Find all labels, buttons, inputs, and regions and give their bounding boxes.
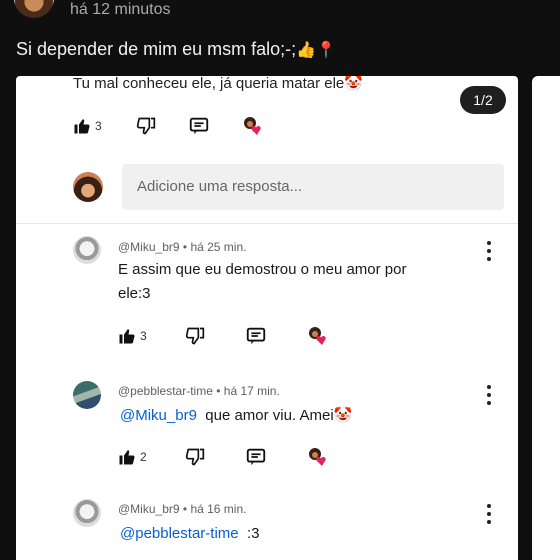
reply-icon <box>246 448 265 466</box>
avatar-miku[interactable] <box>73 236 101 264</box>
avatar-miku[interactable] <box>73 499 101 527</box>
comment-author[interactable]: @Miku_br9 <box>118 502 180 516</box>
comment-author[interactable]: @pebblestar-time <box>118 384 213 398</box>
comment-text-body: :3 <box>246 525 260 542</box>
like-count: 3 <box>95 119 102 133</box>
like-icon <box>119 329 135 344</box>
dislike-icon <box>185 448 204 466</box>
more-options-icon[interactable] <box>486 504 492 524</box>
post-author-avatar[interactable] <box>14 0 54 18</box>
comment-time: há 17 min. <box>223 384 280 398</box>
comment-meta: @pebblestar-time • há 17 min. <box>118 384 280 398</box>
comment-actions: 3 <box>118 325 331 347</box>
more-options-icon[interactable] <box>486 385 492 405</box>
image-counter-badge: 1/2 <box>460 86 506 114</box>
mention-link[interactable]: @pebblestar-time <box>120 525 239 542</box>
comment-text: @pebblestar-time :3 <box>120 522 259 546</box>
like-icon <box>119 450 135 465</box>
reply-button[interactable] <box>245 446 267 468</box>
clown-emoji: 🤡 <box>344 76 363 92</box>
creator-heart-icon <box>243 117 261 135</box>
comment-meta: @Miku_br9 • há 25 min. <box>118 240 246 254</box>
dislike-icon <box>185 327 204 345</box>
dislike-icon <box>136 117 155 135</box>
post-emojis: 👍📍 <box>296 42 336 59</box>
meta-separator: • <box>182 240 188 254</box>
creator-heart[interactable] <box>305 446 331 468</box>
creator-heart[interactable] <box>305 325 331 347</box>
comment-meta: @Miku_br9 • há 16 min. <box>118 502 246 516</box>
clown-emoji: 🤡 <box>333 407 353 424</box>
top-comment-actions: 3 <box>73 115 266 137</box>
comment-text-line: E assim que eu demostrou o meu amor por <box>118 261 407 278</box>
dislike-button[interactable] <box>185 447 205 467</box>
top-comment-text: Tu mal conheceu ele, já queria matar ele… <box>73 76 363 92</box>
dislike-button[interactable] <box>185 326 205 346</box>
divider <box>16 223 518 224</box>
like-button[interactable]: 3 <box>118 327 147 345</box>
creator-heart-icon <box>308 327 326 345</box>
reply-input[interactable]: Adicione uma resposta... <box>122 164 504 210</box>
top-comment-body: Tu mal conheceu ele, já queria matar ele <box>73 76 345 92</box>
comment-text: E assim que eu demostrou o meu amor por … <box>118 258 406 306</box>
creator-heart[interactable] <box>240 115 266 137</box>
reply-button[interactable] <box>188 115 210 137</box>
post-timestamp: há 12 minutos <box>70 1 171 18</box>
current-user-avatar <box>73 172 103 202</box>
like-count: 2 <box>140 450 147 464</box>
comment-time: há 25 min. <box>190 240 247 254</box>
meta-separator: • <box>182 502 188 516</box>
next-card-edge[interactable] <box>532 76 560 560</box>
reply-button[interactable] <box>245 325 267 347</box>
like-count: 3 <box>140 329 147 343</box>
avatar-pebblestar[interactable] <box>73 381 101 409</box>
reply-icon <box>246 327 265 345</box>
comment-screenshot-card[interactable]: Tu mal conheceu ele, já queria matar ele… <box>16 76 518 560</box>
post-text-body: Si depender de mim eu msm falo;-; <box>16 39 297 59</box>
like-icon <box>74 119 90 134</box>
comment-actions: 2 <box>118 446 331 468</box>
more-options-icon[interactable] <box>486 241 492 261</box>
mention-link[interactable]: @Miku_br9 <box>120 407 197 424</box>
comment-time: há 16 min. <box>190 502 247 516</box>
comment-text-line: ele:3 <box>118 285 151 302</box>
like-button[interactable]: 2 <box>118 448 147 466</box>
post-text: Si depender de mim eu msm falo;-;👍📍 <box>16 39 336 60</box>
creator-heart-icon <box>308 448 326 466</box>
reply-icon <box>189 117 208 135</box>
comment-author[interactable]: @Miku_br9 <box>118 240 180 254</box>
dislike-button[interactable] <box>136 116 156 136</box>
like-button[interactable]: 3 <box>73 117 102 135</box>
comment-text: @Miku_br9 que amor viu. Amei🤡 <box>120 404 352 428</box>
meta-separator: • <box>216 384 221 398</box>
comment-text-body: que amor viu. Amei <box>205 407 334 424</box>
